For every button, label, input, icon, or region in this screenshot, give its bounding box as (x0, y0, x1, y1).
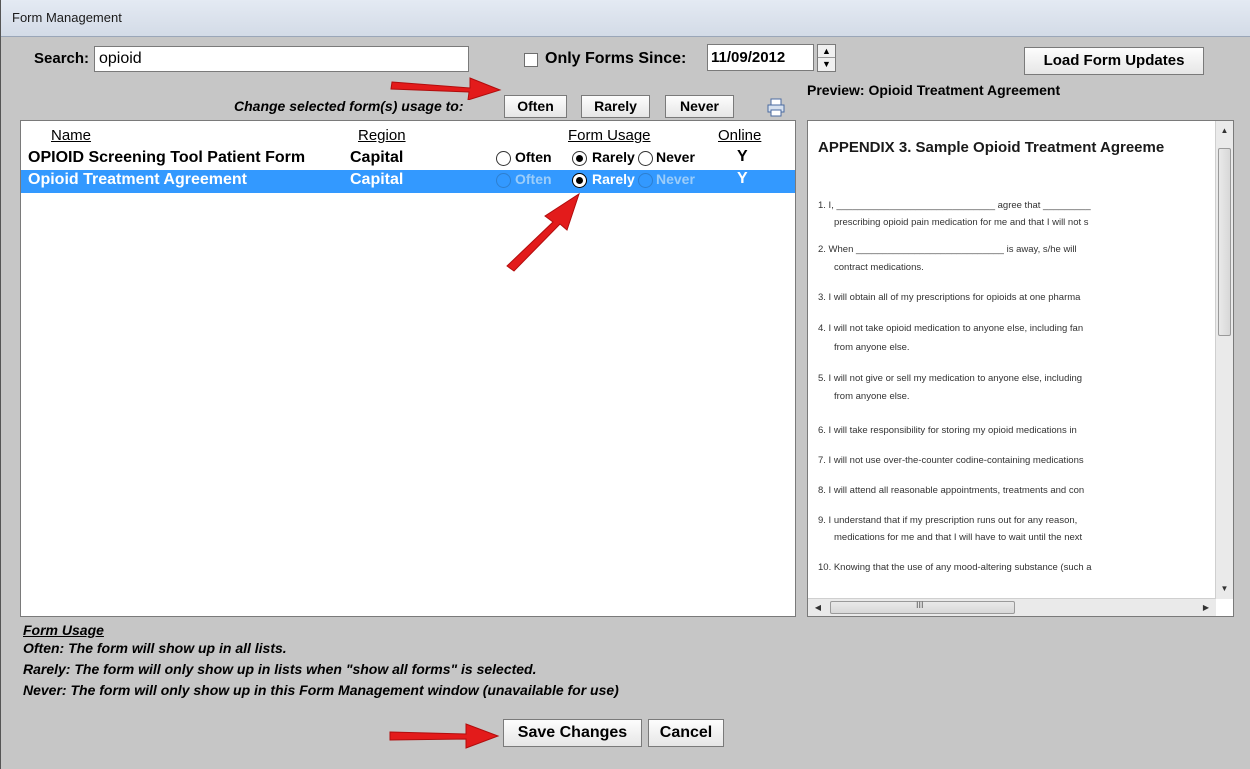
form-name: OPIOID Screening Tool Patient Form (28, 149, 306, 166)
preview-vertical-scrollbar[interactable]: ▲ ▼ (1215, 121, 1233, 599)
change-usage-label: Change selected form(s) usage to: (234, 98, 464, 114)
often-radio-label: Often (515, 149, 552, 165)
usage-help-often: Often: The form will show up in all list… (23, 640, 287, 656)
preview-line: 8. I will attend all reasonable appointm… (818, 485, 1085, 496)
preview-line: medications for me and that I will have … (834, 532, 1083, 543)
rarely-radio-label: Rarely (592, 149, 635, 165)
scroll-down-icon[interactable]: ▼ (1216, 581, 1233, 597)
never-radio-label: Never (656, 171, 695, 187)
annotation-arrow (389, 723, 500, 749)
set-rarely-button[interactable]: Rarely (581, 95, 650, 118)
spin-down-icon[interactable]: ▼ (818, 58, 835, 71)
preview-line: from anyone else. (834, 391, 910, 402)
form-management-window: Form Management Search: Only Forms Since… (0, 0, 1250, 769)
rarely-radio[interactable] (572, 173, 587, 188)
preview-line: from anyone else. (834, 342, 910, 353)
column-header-form-usage[interactable]: Form Usage (568, 127, 651, 144)
cancel-button[interactable]: Cancel (648, 719, 724, 747)
never-radio-label: Never (656, 149, 695, 165)
preview-document-title: APPENDIX 3. Sample Opioid Treatment Agre… (818, 139, 1165, 156)
scroll-left-icon[interactable]: ◀ (810, 599, 826, 616)
preview-line: 4. I will not take opioid medication to … (818, 323, 1084, 334)
column-header-name[interactable]: Name (51, 127, 91, 144)
set-never-button[interactable]: Never (665, 95, 734, 118)
form-region: Capital (350, 171, 404, 188)
rarely-radio-label: Rarely (592, 171, 635, 187)
online-flag: Y (737, 170, 748, 187)
preview-line: 9. I understand that if my prescription … (818, 515, 1078, 526)
form-region: Capital (350, 149, 404, 166)
usage-help-never: Never: The form will only show up in thi… (23, 682, 619, 698)
scroll-up-icon[interactable]: ▲ (1216, 123, 1233, 139)
annotation-arrow (506, 192, 580, 272)
preview-line: 10. Knowing that the use of any mood-alt… (818, 562, 1092, 573)
column-header-online[interactable]: Online (718, 127, 761, 144)
table-row[interactable]: OPIOID Screening Tool Patient Form Capit… (21, 148, 795, 169)
window-title: Form Management (12, 10, 122, 25)
never-radio[interactable] (638, 151, 653, 166)
preview-line: 1. I, ______________________________ agr… (818, 200, 1091, 211)
scroll-right-icon[interactable]: ▶ (1198, 599, 1214, 616)
often-radio-label: Often (515, 171, 552, 187)
scroll-thumb[interactable]: III (830, 600, 1015, 614)
preview-horizontal-scrollbar[interactable]: ◀ III ▶ (808, 598, 1216, 616)
since-date-input[interactable] (707, 44, 814, 71)
preview-line: prescribing opioid pain medication for m… (834, 217, 1089, 228)
preview-line: contract medications. (834, 262, 924, 273)
preview-line: 6. I will take responsibility for storin… (818, 425, 1077, 436)
scroll-thumb[interactable] (1218, 148, 1231, 336)
annotation-arrow (390, 77, 502, 100)
spin-up-icon[interactable]: ▲ (818, 45, 835, 58)
never-radio[interactable] (638, 173, 653, 188)
preview-line: 5. I will not give or sell my medication… (818, 373, 1083, 384)
search-input[interactable] (94, 46, 469, 72)
scroll-grip: III (916, 600, 924, 610)
rarely-radio[interactable] (572, 151, 587, 166)
often-radio[interactable] (496, 151, 511, 166)
online-flag: Y (737, 148, 748, 165)
often-radio[interactable] (496, 173, 511, 188)
preview-label: Preview: Opioid Treatment Agreement (807, 82, 1061, 98)
title-bar: Form Management (1, 0, 1250, 37)
set-often-button[interactable]: Often (504, 95, 567, 118)
printer-icon[interactable] (767, 97, 785, 117)
usage-help-title: Form Usage (23, 622, 104, 638)
only-forms-since-checkbox[interactable] (524, 53, 538, 67)
search-label: Search: (34, 50, 90, 67)
preview-panel[interactable]: APPENDIX 3. Sample Opioid Treatment Agre… (807, 120, 1234, 617)
forms-list-panel[interactable] (20, 120, 796, 617)
only-forms-since-label: Only Forms Since: (545, 50, 687, 67)
form-name: Opioid Treatment Agreement (28, 171, 247, 188)
save-changes-button[interactable]: Save Changes (503, 719, 642, 747)
table-row-selected[interactable]: Opioid Treatment Agreement Capital Often… (21, 170, 795, 193)
date-spinner[interactable]: ▲ ▼ (817, 44, 836, 72)
preview-line: 3. I will obtain all of my prescriptions… (818, 292, 1081, 303)
load-form-updates-button[interactable]: Load Form Updates (1024, 47, 1204, 75)
preview-line: 7. I will not use over-the-counter codin… (818, 455, 1084, 466)
column-header-region[interactable]: Region (358, 127, 406, 144)
usage-help-rarely: Rarely: The form will only show up in li… (23, 661, 537, 677)
preview-line: 2. When ____________________________ is … (818, 244, 1077, 255)
